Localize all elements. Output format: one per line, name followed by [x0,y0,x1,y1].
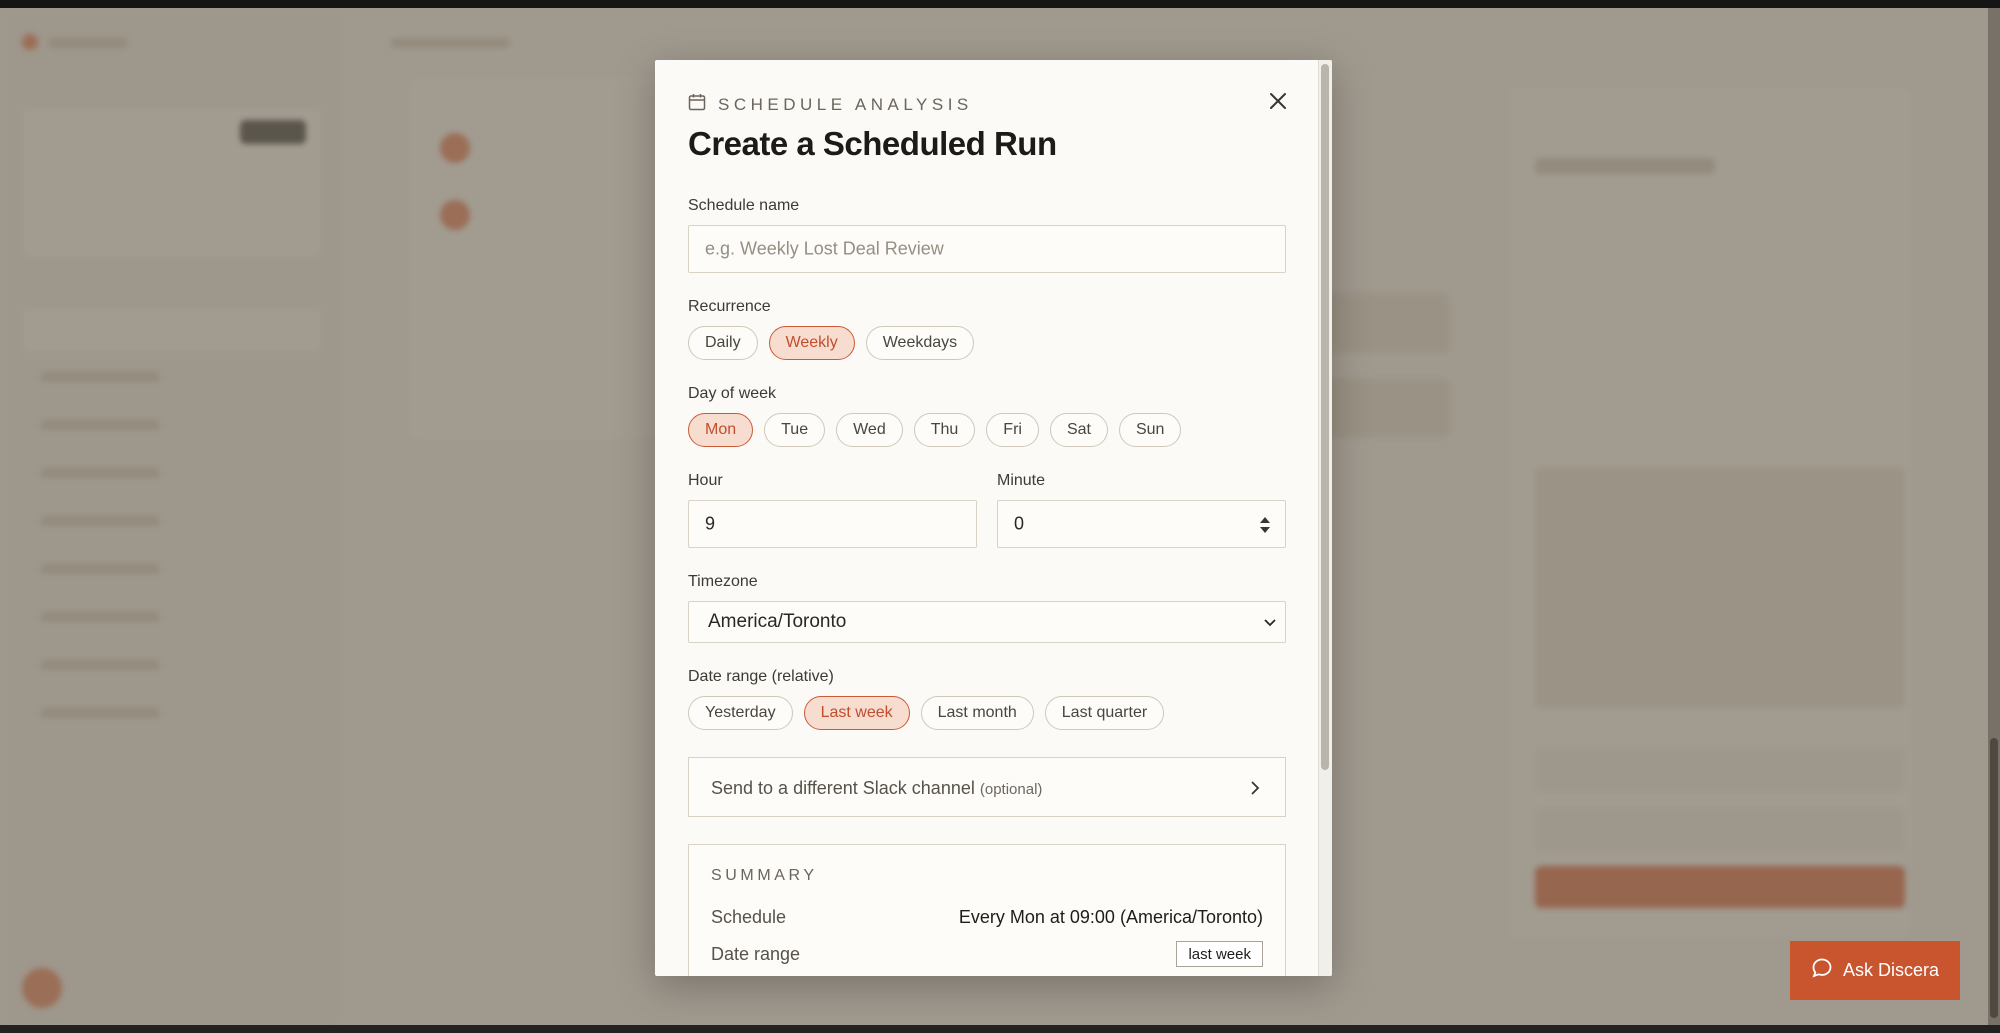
close-button[interactable] [1265,88,1291,114]
recurrence-options: Daily Weekly Weekdays [688,326,975,360]
hour-input[interactable]: 9 [688,500,977,548]
date-range-options: Yesterday Last week Last month Last quar… [688,696,1165,730]
summary-heading: SUMMARY [711,867,818,884]
schedule-name-label: Schedule name [688,197,800,214]
day-fri[interactable]: Fri [986,413,1039,447]
day-sat[interactable]: Sat [1049,413,1108,447]
recurrence-weekly[interactable]: Weekly [768,326,855,360]
calendar-icon [688,93,706,116]
modal-eyebrow-text: SCHEDULE ANALYSIS [718,94,973,114]
day-thu[interactable]: Thu [913,413,976,447]
day-tue[interactable]: Tue [764,413,826,447]
slack-channel-label: Send to a different Slack channel [711,778,975,798]
date-range-yesterday[interactable]: Yesterday [688,696,793,730]
schedule-name-placeholder: e.g. Weekly Lost Deal Review [705,238,944,259]
timezone-label: Timezone [688,573,758,590]
schedule-modal: SCHEDULE ANALYSIS Create a Scheduled Run… [655,60,1332,976]
date-range-last-month[interactable]: Last month [920,696,1034,730]
timezone-select[interactable]: America/Toronto [688,601,1286,643]
chevron-down-icon [1263,616,1277,634]
stepper-icon[interactable] [1259,515,1271,535]
chevron-right-icon [1249,780,1261,801]
summary-panel: SUMMARY Schedule Every Mon at 09:00 (Ame… [688,844,1286,976]
modal-eyebrow: SCHEDULE ANALYSIS [688,93,973,116]
recurrence-label: Recurrence [688,298,771,315]
minute-label: Minute [997,472,1046,489]
hour-label: Hour [688,472,723,489]
recurrence-daily[interactable]: Daily [688,326,758,360]
hour-value: 9 [705,513,716,534]
date-range-last-quarter[interactable]: Last quarter [1044,696,1165,730]
slack-channel-optional: (optional) [979,781,1043,798]
day-wed[interactable]: Wed [836,413,903,447]
ask-discera-label: Ask Discera [1842,960,1940,980]
summary-date-range-value: last week [1176,941,1263,967]
summary-date-range-key: Date range [711,944,801,964]
chat-bubble-icon [1811,957,1833,984]
minute-input[interactable]: 0 [997,500,1286,548]
recurrence-weekdays[interactable]: Weekdays [865,326,975,360]
date-range-last-week[interactable]: Last week [803,696,910,730]
day-of-week-options: Mon Tue Wed Thu Fri Sat Sun [688,413,1182,447]
day-mon[interactable]: Mon [688,413,754,447]
close-icon [1270,93,1286,109]
page-scrollbar-thumb[interactable] [1990,738,1998,1018]
minute-value: 0 [1014,513,1025,534]
day-sun[interactable]: Sun [1118,413,1182,447]
summary-schedule-key: Schedule [711,907,787,927]
summary-schedule-value: Every Mon at 09:00 (America/Toronto) [958,907,1263,927]
slack-channel-row[interactable]: Send to a different Slack channel (optio… [688,757,1286,817]
timezone-value: America/Toronto [708,611,847,632]
slack-channel-text: Send to a different Slack channel (optio… [711,778,1042,799]
ask-discera-button[interactable]: Ask Discera [1790,941,1960,1000]
schedule-name-input[interactable]: e.g. Weekly Lost Deal Review [688,225,1286,273]
modal-title: Create a Scheduled Run [688,125,1057,162]
window-top-bar [0,0,2000,8]
window-bottom-bar [0,1025,2000,1033]
modal-scrollbar-thumb[interactable] [1321,64,1329,770]
date-range-label: Date range (relative) [688,668,834,685]
day-of-week-label: Day of week [688,385,777,402]
